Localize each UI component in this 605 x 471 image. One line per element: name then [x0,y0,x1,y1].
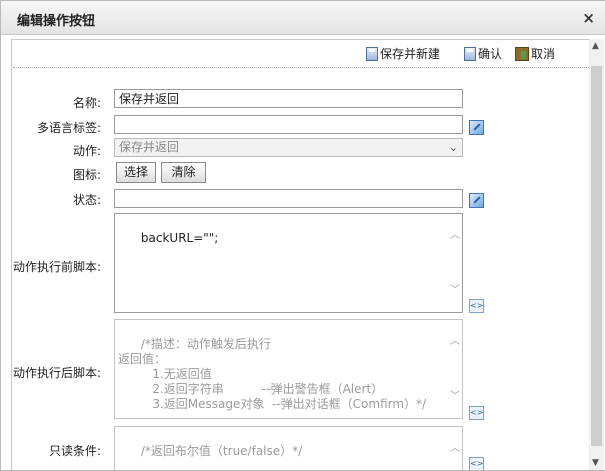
dialog-titlebar: 编辑操作按钮 × [1,1,605,35]
scroll-down-icon[interactable]: ﹀ [450,283,460,298]
form-panel: 保存并新建 确认 取消 名称: 保存并返回 多语言标签: 动作: 保存并返回 ⌄… [11,39,591,470]
i18n-label: 多语言标签: [36,121,101,135]
cancel-icon [515,47,529,61]
status-input[interactable] [114,189,463,208]
pre-script-code-icon[interactable]: <> [469,299,484,313]
post-script-textarea[interactable]: /*描述：动作触发后执行 返回值： 1.无返回值 2.返回字符串 --弹出警告框… [114,319,463,419]
i18n-input[interactable] [114,115,463,134]
action-select[interactable]: 保存并返回 ⌄ [114,138,463,157]
confirm-button[interactable]: 确认 [464,46,502,62]
name-label: 名称: [72,96,101,110]
i18n-edit-icon[interactable] [469,120,484,135]
pre-script-label: 动作执行前脚本: [12,260,101,274]
dialog-scrollbar[interactable]: ▲ ▼ [589,39,604,470]
name-input[interactable]: 保存并返回 [114,89,463,108]
cancel-button[interactable]: 取消 [515,46,555,62]
post-script-placeholder: /*描述：动作触发后执行 返回值： 1.无返回值 2.返回字符串 --弹出警告框… [118,337,427,411]
readonly-placeholder: /*返回布尔值（true/false）*/ [140,444,303,458]
pre-script-scrollbar[interactable]: ︿ ﹀ [447,214,462,312]
scroll-up-icon[interactable]: ▲ [592,41,599,51]
status-label: 状态: [72,193,101,207]
icon-label: 图标: [72,168,101,182]
confirm-label: 确认 [478,47,503,61]
post-script-scrollbar[interactable]: ︿ ﹀ [447,320,462,418]
action-select-value: 保存并返回 [119,140,180,154]
readonly-scrollbar[interactable]: ︿ [447,427,462,470]
readonly-textarea[interactable]: /*返回布尔值（true/false）*/ ︿ [114,426,463,470]
scroll-down-icon[interactable]: ▼ [592,458,599,468]
close-icon[interactable]: × [582,9,595,27]
save-icon [464,47,476,61]
toolbar: 保存并新建 确认 取消 [12,40,590,68]
action-label: 动作: [72,144,101,158]
cancel-label: 取消 [531,47,556,61]
post-script-code-icon[interactable]: <> [469,406,484,420]
pre-script-textarea[interactable]: backURL=""; ︿ ﹀ [114,213,463,313]
pre-script-value: backURL=""; [140,231,219,245]
post-script-label: 动作执行后脚本: [12,366,101,380]
scroll-up-icon[interactable]: ︿ [450,228,460,243]
chevron-down-icon: ⌄ [448,141,458,154]
toolbar-divider [13,67,589,68]
readonly-code-icon[interactable]: <> [469,457,484,470]
icon-select-button[interactable]: 选择 [116,162,156,183]
scroll-up-icon[interactable]: ︿ [450,441,460,456]
scroll-down-icon[interactable]: ﹀ [450,389,460,404]
dialog-title: 编辑操作按钮 [17,14,96,29]
icon-clear-button[interactable]: 清除 [161,162,206,183]
scrollbar-thumb[interactable] [591,66,602,446]
save-and-new-button[interactable]: 保存并新建 [366,46,440,62]
save-and-new-label: 保存并新建 [380,47,441,61]
save-icon [366,47,378,61]
readonly-label: 只读条件: [48,444,101,458]
status-edit-icon[interactable] [469,193,484,208]
edit-action-button-dialog: 编辑操作按钮 × 保存并新建 确认 取消 名称: 保存并返回 多语言标签: 动作… [0,0,605,471]
scroll-up-icon[interactable]: ︿ [450,334,460,349]
